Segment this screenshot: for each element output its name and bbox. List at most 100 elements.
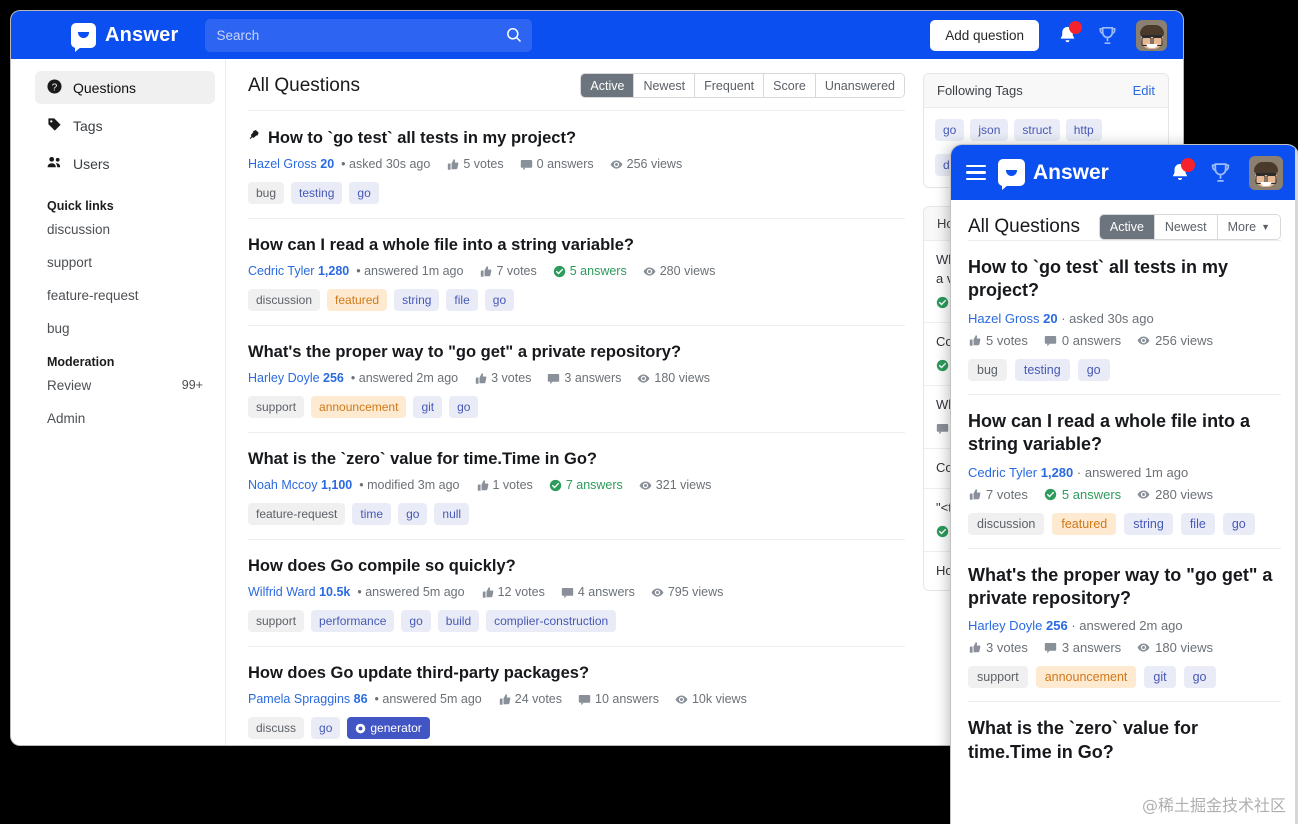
user-avatar[interactable] bbox=[1249, 155, 1283, 190]
question-author[interactable]: Harley Doyle 256 · answered 2m ago bbox=[968, 618, 1281, 633]
tag-chip[interactable]: time bbox=[352, 503, 392, 525]
tag-chip[interactable]: discussion bbox=[968, 512, 1045, 535]
question-title[interactable]: What is the `zero` value for time.Time i… bbox=[248, 450, 905, 469]
moderation-item-admin[interactable]: Admin bbox=[47, 411, 203, 426]
question-author[interactable]: Hazel Gross 20 · asked 30s ago bbox=[968, 311, 1281, 326]
question-author[interactable]: Hazel Gross 20 bbox=[248, 157, 334, 171]
trophy-icon[interactable] bbox=[1096, 24, 1119, 47]
tag-chip[interactable]: performance bbox=[311, 610, 395, 632]
tag-chip[interactable]: go bbox=[311, 717, 341, 739]
brand-name: Answer bbox=[105, 23, 179, 46]
trophy-icon[interactable] bbox=[1208, 160, 1233, 185]
following-tag-chip[interactable]: go bbox=[935, 119, 965, 141]
tag-chip[interactable]: discuss bbox=[248, 717, 305, 739]
search-input[interactable] bbox=[216, 27, 522, 43]
tab-frequent[interactable]: Frequent bbox=[694, 74, 764, 97]
tag-chip[interactable]: generator bbox=[347, 717, 430, 739]
tag-chip[interactable]: go bbox=[401, 610, 431, 632]
tag-chip[interactable]: bug bbox=[968, 358, 1007, 381]
tag-chip[interactable]: bug bbox=[248, 182, 285, 204]
question-author[interactable]: Cedric Tyler 1,280 bbox=[248, 264, 349, 278]
question-title[interactable]: How can I read a whole file into a strin… bbox=[968, 410, 1281, 457]
answers-stat: 5 answers bbox=[1044, 487, 1121, 502]
tag-chip[interactable]: announcement bbox=[1035, 666, 1137, 689]
question-title[interactable]: How does Go compile so quickly? bbox=[248, 557, 905, 576]
question-title[interactable]: How to `go test` all tests in my project… bbox=[968, 256, 1281, 303]
question-author[interactable]: Pamela Spraggins 86 bbox=[248, 692, 368, 706]
mobile-brand-logo[interactable]: Answer bbox=[998, 159, 1109, 190]
tag-chip[interactable]: announcement bbox=[311, 396, 407, 418]
moderation-item-review[interactable]: Review 99+ bbox=[47, 378, 203, 393]
quick-link-discussion[interactable]: discussion bbox=[47, 222, 203, 237]
following-tag-chip[interactable]: json bbox=[970, 119, 1009, 141]
tab-active[interactable]: Active bbox=[581, 74, 634, 97]
bell-notification-icon[interactable] bbox=[1056, 20, 1082, 47]
question-title[interactable]: How does Go update third-party packages? bbox=[248, 664, 905, 683]
hamburger-menu-icon[interactable] bbox=[966, 164, 986, 181]
sidebar-item-users[interactable]: Users bbox=[35, 147, 215, 180]
question-title[interactable]: What's the proper way to "go get" a priv… bbox=[968, 564, 1281, 611]
tag-chip[interactable]: go bbox=[484, 289, 515, 311]
quick-link-support[interactable]: support bbox=[47, 255, 203, 270]
question-author[interactable]: Harley Doyle 256 bbox=[248, 371, 344, 385]
tag-chip[interactable]: build bbox=[437, 610, 480, 632]
tag-label: complier-construction bbox=[494, 614, 609, 628]
question-title[interactable]: What's the proper way to "go get" a priv… bbox=[248, 343, 905, 362]
question-tags: support announcement git go bbox=[248, 396, 905, 418]
tag-chip[interactable]: feature-request bbox=[248, 503, 346, 525]
tab-active[interactable]: Active bbox=[1099, 215, 1154, 239]
tag-chip[interactable]: string bbox=[1124, 512, 1173, 535]
tab-newest[interactable]: Newest bbox=[633, 74, 695, 97]
question-author[interactable]: Noah Mccoy 1,100 bbox=[248, 478, 352, 492]
brand-logo[interactable]: Answer bbox=[71, 22, 179, 52]
following-tag-chip[interactable]: http bbox=[1065, 119, 1102, 141]
tag-chip[interactable]: featured bbox=[1052, 512, 1117, 535]
question-author[interactable]: Cedric Tyler 1,280 · answered 1m ago bbox=[968, 465, 1281, 480]
question-title[interactable]: What is the `zero` value for time.Time i… bbox=[968, 717, 1281, 764]
sidebar-item-questions[interactable]: ? Questions bbox=[35, 71, 215, 104]
tag-chip[interactable]: featured bbox=[327, 289, 388, 311]
tag-chip[interactable]: go bbox=[398, 503, 428, 525]
answers-text: 10 answers bbox=[595, 692, 659, 706]
tag-chip[interactable]: go bbox=[449, 396, 479, 418]
tab-newest[interactable]: Newest bbox=[1153, 215, 1217, 239]
user-avatar[interactable] bbox=[1136, 19, 1167, 51]
tag-chip[interactable]: go bbox=[349, 182, 379, 204]
tag-chip[interactable]: string bbox=[394, 289, 440, 311]
tab-more[interactable]: More ▼ bbox=[1216, 215, 1280, 239]
tag-chip[interactable]: go bbox=[1222, 512, 1255, 535]
question-title[interactable]: How can I read a whole file into a strin… bbox=[248, 236, 905, 255]
edit-tags-link[interactable]: Edit bbox=[1133, 83, 1155, 98]
views-text: 180 views bbox=[654, 371, 710, 385]
tag-chip[interactable]: file bbox=[446, 289, 478, 311]
quick-link-feature-request[interactable]: feature-request bbox=[47, 288, 203, 303]
tag-chip[interactable]: testing bbox=[1014, 358, 1070, 381]
tag-chip[interactable]: go bbox=[1077, 358, 1110, 381]
add-question-button[interactable]: Add question bbox=[930, 19, 1039, 51]
search-box[interactable] bbox=[205, 18, 533, 52]
tab-unanswered[interactable]: Unanswered bbox=[814, 74, 904, 97]
tag-chip[interactable]: support bbox=[248, 396, 305, 418]
tag-chip[interactable]: discussion bbox=[248, 289, 321, 311]
sidebar-item-tags[interactable]: Tags bbox=[35, 109, 215, 142]
question-title[interactable]: How to `go test` all tests in my project… bbox=[248, 128, 905, 148]
views-stat: 180 views bbox=[1137, 640, 1213, 655]
tag-chip[interactable]: support bbox=[968, 666, 1028, 689]
tag-label: go bbox=[492, 293, 507, 307]
tag-chip[interactable]: complier-construction bbox=[486, 610, 617, 632]
question-author[interactable]: Wilfrid Ward 10.5k bbox=[248, 585, 350, 599]
tag-chip[interactable]: file bbox=[1180, 512, 1215, 535]
question-item: What is the `zero` value for time.Time i… bbox=[968, 701, 1281, 785]
tag-chip[interactable]: git bbox=[413, 396, 443, 418]
tag-chip[interactable]: git bbox=[1144, 666, 1176, 689]
tag-chip[interactable]: support bbox=[248, 610, 305, 632]
tag-chip[interactable]: testing bbox=[291, 182, 343, 204]
tag-chip[interactable]: go bbox=[1183, 666, 1216, 689]
bell-notification-icon[interactable] bbox=[1168, 157, 1195, 185]
quick-link-bug[interactable]: bug bbox=[47, 321, 203, 336]
following-tag-chip[interactable]: struct bbox=[1014, 119, 1060, 141]
moderation-heading: Moderation bbox=[47, 355, 115, 369]
tag-chip[interactable]: null bbox=[434, 503, 470, 525]
tab-score[interactable]: Score bbox=[763, 74, 815, 97]
question-activity: • modified 3m ago bbox=[359, 478, 460, 492]
